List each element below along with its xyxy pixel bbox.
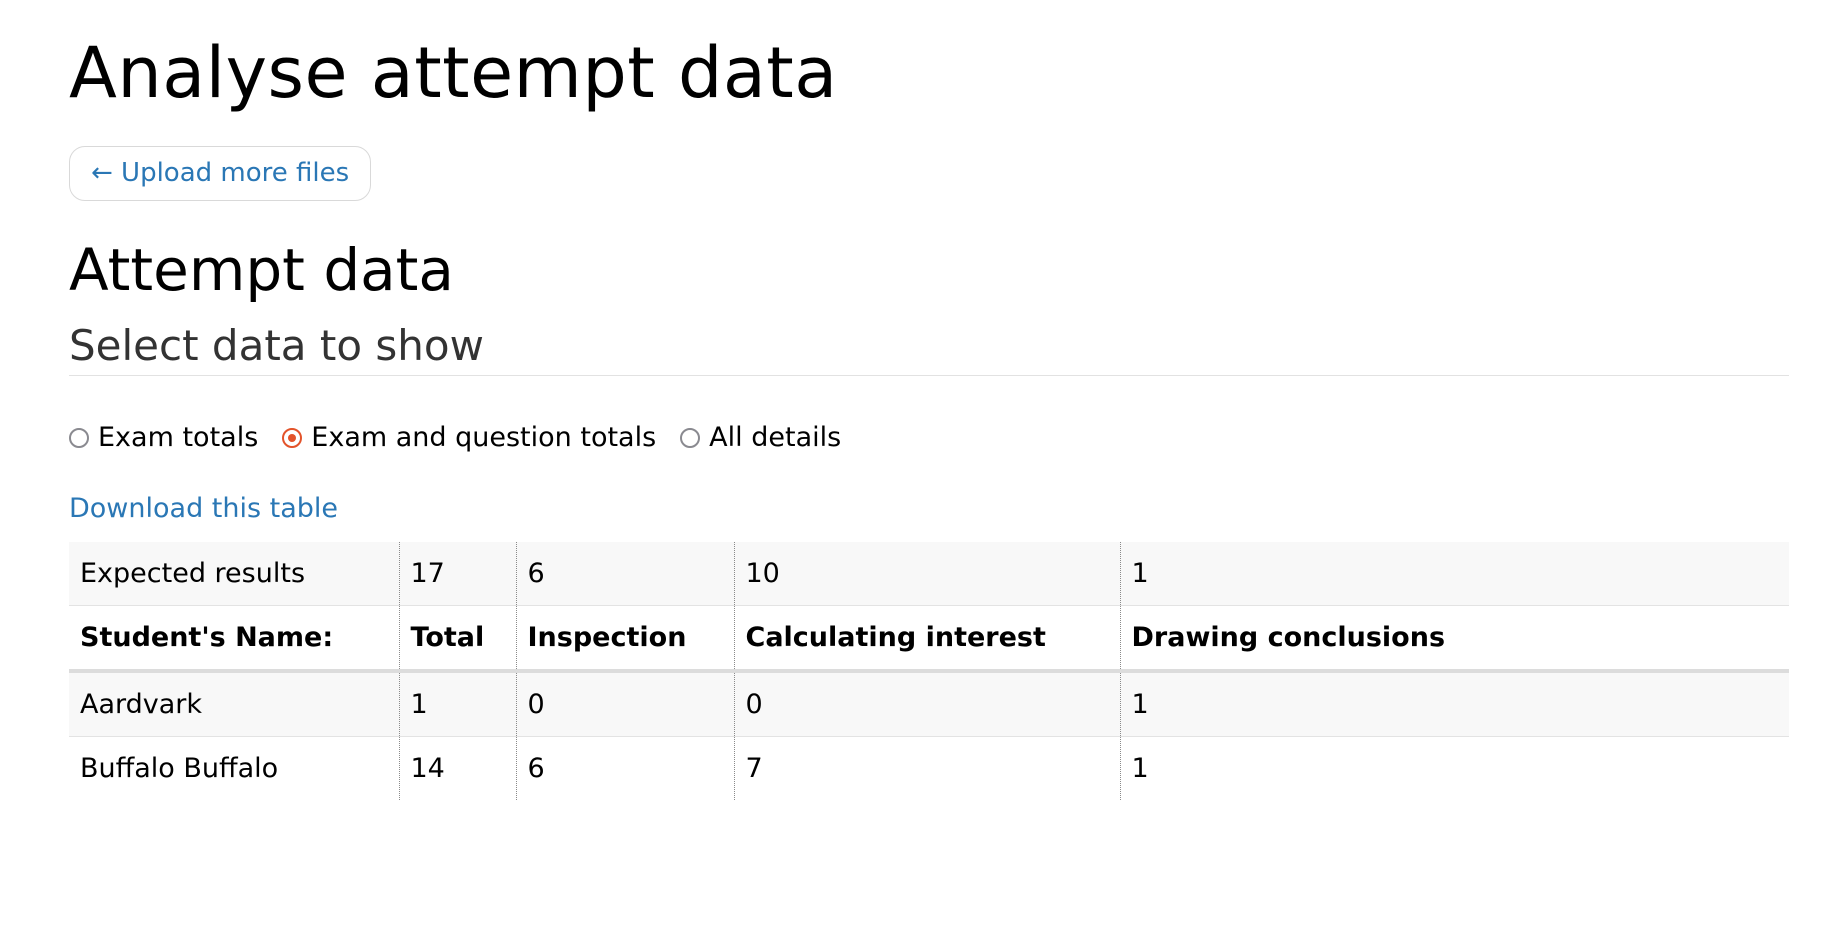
total-cell: 1 bbox=[398, 671, 516, 737]
expected-total: 17 bbox=[398, 542, 516, 606]
column-header-calculating-interest: Calculating interest bbox=[733, 605, 1120, 673]
subsection-title: Select data to show bbox=[69, 325, 1789, 376]
table-row: Aardvark 1 0 0 1 bbox=[69, 671, 1789, 737]
page-title: Analyse attempt data bbox=[69, 32, 838, 114]
inspection-cell: 0 bbox=[515, 671, 734, 737]
column-header-total: Total bbox=[398, 605, 516, 673]
radio-label: All details bbox=[709, 422, 842, 453]
radio-exam-and-question-totals[interactable]: Exam and question totals bbox=[282, 422, 656, 453]
radio-all-details[interactable]: All details bbox=[680, 422, 841, 453]
expected-inspection: 6 bbox=[515, 542, 734, 606]
column-header-student-name: Student's Name: bbox=[69, 605, 399, 673]
upload-more-files-button[interactable]: ← Upload more files bbox=[69, 146, 372, 201]
expected-drawing-conclusions: 1 bbox=[1119, 542, 1789, 606]
radio-label: Exam and question totals bbox=[311, 422, 657, 453]
download-table-link[interactable]: Download this table bbox=[69, 493, 338, 524]
expected-calculating-interest: 10 bbox=[733, 542, 1120, 606]
radio-button-icon[interactable] bbox=[69, 427, 89, 448]
page: Analyse attempt data ← Upload more files… bbox=[0, 0, 1789, 800]
column-header-drawing-conclusions: Drawing conclusions bbox=[1119, 605, 1789, 673]
student-name-cell: Buffalo Buffalo bbox=[80, 753, 279, 784]
attempt-data-table: Expected results 17 6 10 1 Student's Nam… bbox=[69, 542, 1789, 800]
calculating-interest-cell: 7 bbox=[733, 736, 1120, 800]
radio-button-icon[interactable] bbox=[680, 427, 701, 448]
radio-exam-totals[interactable]: Exam totals bbox=[69, 422, 258, 453]
expected-results-row: Expected results 17 6 10 1 bbox=[69, 542, 1789, 606]
inspection-cell: 6 bbox=[515, 736, 734, 800]
drawing-conclusions-cell: 1 bbox=[1119, 671, 1789, 737]
section-title: Attempt data bbox=[69, 236, 454, 304]
table-header-row: Student's Name: Total Inspection Calcula… bbox=[69, 605, 1789, 673]
drawing-conclusions-cell: 1 bbox=[1119, 736, 1789, 800]
radio-label: Exam totals bbox=[98, 422, 259, 453]
radio-button-checked-icon[interactable] bbox=[282, 427, 303, 448]
data-selection-radio-group: Exam totals Exam and question totals All… bbox=[69, 422, 1789, 453]
calculating-interest-cell: 0 bbox=[733, 671, 1120, 737]
student-name-cell: Aardvark bbox=[69, 671, 399, 737]
total-cell: 14 bbox=[398, 736, 516, 800]
expected-results-label: Expected results bbox=[69, 542, 399, 606]
table-row: Buffalo Buffalo 14 6 7 1 bbox=[69, 736, 1789, 800]
column-header-inspection: Inspection bbox=[515, 605, 734, 673]
